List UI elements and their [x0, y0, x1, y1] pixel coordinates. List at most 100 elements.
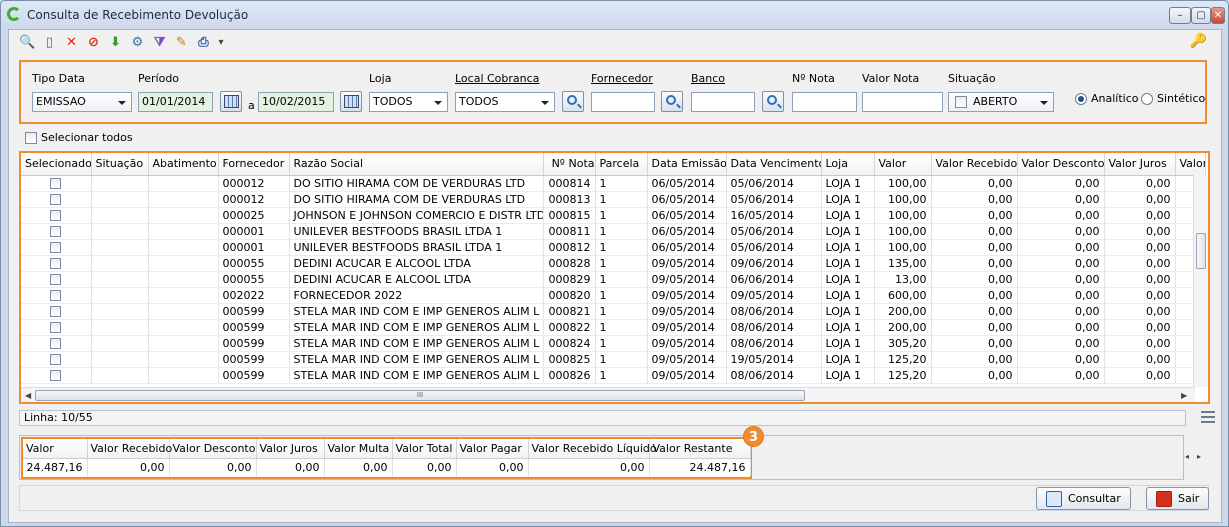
column-header[interactable]: Valor Juros [1104, 153, 1176, 176]
delete-icon[interactable]: ✕ [63, 34, 80, 51]
column-header[interactable]: Valor [1175, 153, 1206, 176]
table-row[interactable]: 000012 DO SITIO HIRAMA COM DE VERDURAS LT… [21, 191, 1206, 208]
cancel-icon[interactable]: ⊘ [85, 34, 102, 51]
column-header[interactable]: Data Vencimento [726, 153, 822, 176]
row-checkbox[interactable] [50, 274, 62, 285]
tools-icon[interactable]: ⚙ [129, 34, 146, 51]
valor-nota-input[interactable] [862, 92, 943, 112]
scroll-right-arrow-icon[interactable]: ▶ [1181, 391, 1187, 400]
table-cell[interactable] [21, 175, 92, 192]
table-row[interactable]: 002022 FORNECEDOR 2022 000820 1 09/05/2014 09… [21, 287, 1206, 304]
fornecedor-search-button[interactable] [661, 91, 683, 112]
local-cobranca-search-button[interactable] [562, 91, 584, 112]
fornecedor-label[interactable]: Fornecedor [591, 72, 653, 85]
maximize-button[interactable]: ▢ [1191, 7, 1211, 24]
column-header[interactable]: Fornecedor [218, 153, 290, 176]
search-icon[interactable]: 🔍 [19, 34, 36, 51]
table-cell[interactable] [21, 287, 92, 304]
row-checkbox[interactable] [50, 210, 62, 221]
table-cell[interactable] [21, 255, 92, 272]
row-checkbox[interactable] [50, 258, 62, 269]
table-row[interactable]: 000599 STELA MAR IND COM E IMP GENEROS AL… [21, 303, 1206, 320]
table-cell[interactable] [21, 223, 92, 240]
column-header[interactable]: Loja [821, 153, 875, 176]
calendar-to-button[interactable] [340, 91, 362, 112]
print-icon[interactable]: ⎙ [195, 34, 212, 51]
tipo-data-select[interactable]: EMISSAO [32, 92, 132, 112]
column-header[interactable]: Data Emissão [647, 153, 727, 176]
fornecedor-input[interactable] [591, 92, 655, 112]
calendar-from-button[interactable] [220, 91, 242, 112]
table-row[interactable]: 000001 UNILEVER BESTFOODS BRASIL LTDA 1 00… [21, 223, 1206, 240]
situacao-select[interactable]: ABERTO [948, 92, 1054, 112]
column-header[interactable]: Valor [874, 153, 932, 176]
horizontal-scroll-thumb[interactable]: III [35, 390, 805, 401]
table-row[interactable]: 000025 JOHNSON E JOHNSON COMERCIO E DISTR… [21, 207, 1206, 224]
minimize-button[interactable]: – [1169, 7, 1191, 24]
nota-input[interactable] [792, 92, 857, 112]
local-cobranca-label[interactable]: Local Cobranca [455, 72, 539, 85]
table-cell[interactable] [21, 319, 92, 336]
row-checkbox[interactable] [50, 322, 62, 333]
table-cell[interactable] [21, 351, 92, 368]
analitico-radio[interactable]: Analítico [1075, 92, 1139, 105]
row-checkbox[interactable] [50, 370, 62, 381]
filter-icon[interactable]: ⧩ [151, 34, 168, 51]
horizontal-scrollbar[interactable]: ◀ III ▶ [21, 387, 1195, 402]
select-all-checkbox[interactable]: Selecionar todos [25, 131, 133, 144]
row-checkbox[interactable] [50, 194, 62, 205]
banco-search-button[interactable] [762, 91, 784, 112]
download-arrow-icon[interactable]: ⬇ [107, 34, 124, 51]
table-row[interactable]: 000599 STELA MAR IND COM E IMP GENEROS AL… [21, 319, 1206, 336]
menu-icon[interactable] [1201, 411, 1215, 423]
table-row[interactable]: 000001 UNILEVER BESTFOODS BRASIL LTDA 1 00… [21, 239, 1206, 256]
column-header[interactable]: Valor Recebido [931, 153, 1018, 176]
row-checkbox[interactable] [50, 354, 62, 365]
local-cobranca-select[interactable]: TODOS [455, 92, 555, 112]
column-header[interactable]: Situação [91, 153, 149, 176]
table-cell[interactable] [21, 191, 92, 208]
column-header[interactable]: Selecionado [21, 153, 92, 176]
sintetico-radio[interactable]: Sintético [1141, 92, 1205, 105]
table-cell[interactable] [21, 303, 92, 320]
banco-label[interactable]: Banco [691, 72, 725, 85]
column-header[interactable]: Abatimento [148, 153, 219, 176]
table-row[interactable]: 000599 STELA MAR IND COM E IMP GENEROS AL… [21, 367, 1206, 384]
row-checkbox[interactable] [50, 338, 62, 349]
banco-input[interactable] [691, 92, 755, 112]
table-cell[interactable] [21, 239, 92, 256]
column-header[interactable]: Valor Desconto [1017, 153, 1105, 176]
close-button[interactable]: ✕ [1211, 7, 1225, 24]
periodo-from-input[interactable]: 01/01/2014 [138, 92, 213, 112]
situacao-checkbox[interactable] [955, 96, 967, 108]
periodo-to-input[interactable]: 10/02/2015 [258, 92, 334, 112]
row-checkbox[interactable] [50, 242, 62, 253]
row-checkbox[interactable] [50, 306, 62, 317]
table-cell[interactable] [21, 207, 92, 224]
column-header[interactable]: Razão Social [289, 153, 544, 176]
table-row[interactable]: 000055 DEDINI ACUCAR E ALCOOL LTDA 000828 1… [21, 255, 1206, 272]
key-icon[interactable]: 🔑 [1190, 33, 1207, 49]
consultar-button[interactable]: Consultar [1036, 487, 1131, 510]
loja-select[interactable]: TODOS [369, 92, 448, 112]
table-row[interactable]: 000599 STELA MAR IND COM E IMP GENEROS AL… [21, 351, 1206, 368]
vertical-scrollbar[interactable] [1193, 175, 1208, 387]
scroll-left-arrow-icon[interactable]: ◀ [25, 391, 31, 400]
sair-button[interactable]: Sair [1146, 487, 1209, 510]
table-row[interactable]: 000599 STELA MAR IND COM E IMP GENEROS AL… [21, 335, 1206, 352]
row-checkbox[interactable] [50, 226, 62, 237]
table-cell[interactable] [21, 367, 92, 384]
table-row[interactable]: 000055 DEDINI ACUCAR E ALCOOL LTDA 000829 1… [21, 271, 1206, 288]
column-header[interactable]: Nº Nota [543, 153, 596, 176]
table-cell[interactable] [21, 335, 92, 352]
column-header[interactable]: Parcela [595, 153, 648, 176]
dropdown-arrow-icon[interactable]: ▾ [217, 34, 225, 51]
row-checkbox[interactable] [50, 290, 62, 301]
table-row[interactable]: 000012 DO SITIO HIRAMA COM DE VERDURAS LT… [21, 175, 1206, 192]
table-cell[interactable] [21, 271, 92, 288]
row-checkbox[interactable] [50, 178, 62, 189]
vertical-scroll-thumb[interactable] [1196, 233, 1206, 269]
totals-scroll-left-icon[interactable]: ◂ [1185, 452, 1189, 461]
edit-icon[interactable]: ✎ [173, 34, 190, 51]
new-document-icon[interactable]: ▯ [41, 34, 58, 51]
